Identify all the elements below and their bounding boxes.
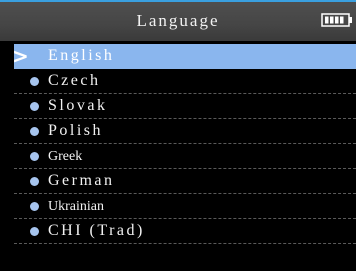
bullet-icon: [30, 102, 39, 111]
language-item-ukrainian[interactable]: Ukrainian: [14, 194, 356, 219]
language-screen: Language > English Czech Slovak Polish G…: [0, 0, 356, 271]
language-label: Greek: [48, 149, 83, 164]
page-title: Language: [136, 11, 220, 30]
language-label: Polish: [48, 122, 104, 139]
bullet-icon: [30, 177, 39, 186]
language-list: > English Czech Slovak Polish Greek Germ…: [0, 44, 356, 244]
battery-icon: [321, 13, 352, 27]
bullet-icon: [30, 127, 39, 136]
language-label: Slovak: [48, 97, 108, 114]
language-item-greek[interactable]: Greek: [14, 144, 356, 169]
selection-chevron-icon: >: [12, 44, 29, 68]
bullet-icon: [30, 152, 39, 161]
language-item-slovak[interactable]: Slovak: [14, 94, 356, 119]
language-label: German: [48, 172, 115, 189]
bullet-icon: [30, 77, 39, 86]
language-label: Ukrainian: [48, 199, 104, 214]
language-item-chi-trad[interactable]: CHI (Trad): [14, 219, 356, 244]
language-item-german[interactable]: German: [14, 169, 356, 194]
language-item-polish[interactable]: Polish: [14, 119, 356, 144]
language-item-english[interactable]: > English: [12, 44, 356, 69]
bullet-icon: [30, 202, 39, 211]
language-label: Czech: [48, 72, 101, 89]
language-label: CHI (Trad): [48, 222, 145, 239]
header-bar: Language: [0, 0, 356, 41]
language-item-czech[interactable]: Czech: [14, 69, 356, 94]
language-label: English: [48, 47, 115, 64]
bullet-icon: [30, 227, 39, 236]
